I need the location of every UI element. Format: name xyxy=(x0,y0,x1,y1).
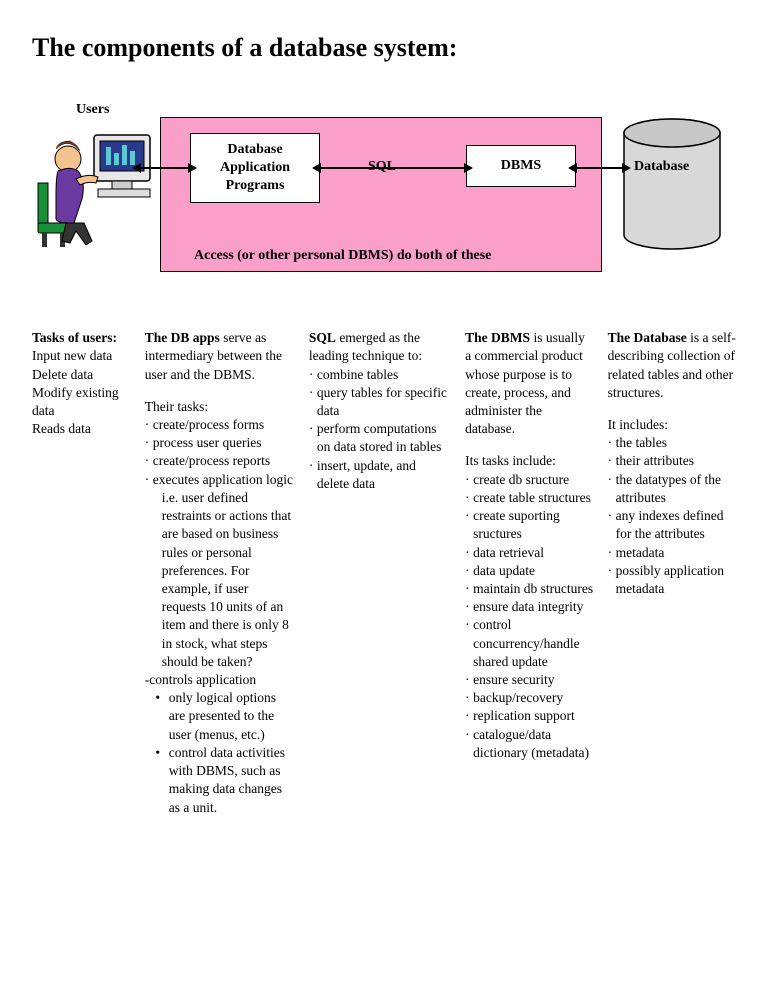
col5-item: ·the datatypes of the attributes xyxy=(608,471,736,507)
col3-task: insert, update, and delete data xyxy=(317,457,451,493)
database-cylinder-icon xyxy=(618,117,726,253)
users-label: Users xyxy=(76,101,109,120)
dbms-box: DBMS xyxy=(466,145,576,187)
col2-task: executes application logic xyxy=(153,471,295,489)
col3-task: perform computations on data stored in t… xyxy=(317,420,451,456)
col2-task: create/process reports xyxy=(153,452,295,470)
arrow-head-icon xyxy=(622,163,631,173)
col4-task: ·maintain db structures xyxy=(465,580,593,598)
col5-item: ·any indexes defined for the attributes xyxy=(608,507,736,543)
col-db-apps: The DB apps serve as intermediary betwee… xyxy=(145,329,295,817)
col2-task: create/process forms xyxy=(153,416,295,434)
col4-task: ·backup/recovery xyxy=(465,689,593,707)
col5-inc-heading: It includes: xyxy=(608,416,736,434)
col4-task: ·ensure security xyxy=(465,671,593,689)
arrow-dbms-db xyxy=(576,167,624,169)
arrow-head-icon xyxy=(464,163,473,173)
col5-item: ·their attributes xyxy=(608,452,736,470)
col4-task: ·control concurrency/handle shared updat… xyxy=(465,616,593,671)
col4-bold: The DBMS xyxy=(465,330,530,345)
col2-tasks-heading: Their tasks: xyxy=(145,398,295,416)
col2-sub: control data activities with DBMS, such … xyxy=(169,744,295,817)
col-dbms: The DBMS is usually a commercial product… xyxy=(465,329,593,762)
col-users: Tasks of users: Input new data Delete da… xyxy=(32,329,131,438)
col4-task: ·data retrieval xyxy=(465,544,593,562)
col4-task: ·replication support xyxy=(465,707,593,725)
col1-line: Reads data xyxy=(32,420,131,438)
col3-task: query tables for specific data xyxy=(317,384,451,420)
col1-heading: Tasks of users: xyxy=(32,330,117,345)
col3-bold: SQL xyxy=(309,330,336,345)
col5-item: ·the tables xyxy=(608,434,736,452)
arrow-app-dbms xyxy=(320,167,466,169)
col2-sub: only logical options are presented to th… xyxy=(169,689,295,744)
database-label: Database xyxy=(634,158,689,177)
columns-container: Tasks of users: Input new data Delete da… xyxy=(32,329,736,817)
col3-task: combine tables xyxy=(317,366,451,384)
col4-intro: is usually a commercial product whose pu… xyxy=(465,330,585,436)
col1-line: Delete data xyxy=(32,366,131,384)
col4-tasks-heading: Its tasks include: xyxy=(465,452,593,470)
col-sql: SQL emerged as the leading technique to:… xyxy=(309,329,451,493)
col5-item: ·metadata xyxy=(608,544,736,562)
arrow-user-app xyxy=(140,167,190,169)
col2-task: process user queries xyxy=(153,434,295,452)
user-clipart-icon xyxy=(36,123,156,253)
col4-task: ·create table structures xyxy=(465,489,593,507)
arrow-head-icon xyxy=(568,163,577,173)
col2-logic-desc: i.e. user defined restraints or actions … xyxy=(145,489,295,671)
access-caption: Access (or other personal DBMS) do both … xyxy=(194,247,491,266)
arrow-head-icon xyxy=(132,163,141,173)
arrow-head-icon xyxy=(312,163,321,173)
col5-bold: The Database xyxy=(608,330,687,345)
col2-bold: The DB apps xyxy=(145,330,220,345)
col5-item: ·possibly application metadata xyxy=(608,562,736,598)
col1-line: Input new data xyxy=(32,347,131,365)
col4-task: ·data update xyxy=(465,562,593,580)
arrow-head-icon xyxy=(188,163,197,173)
architecture-diagram: Users Database Application Programs SQL … xyxy=(32,101,736,301)
col4-task: ·ensure data integrity xyxy=(465,598,593,616)
col1-line: Modify existing data xyxy=(32,384,131,420)
col-database: The Database is a self-describing collec… xyxy=(608,329,736,598)
col2-controls: -controls application xyxy=(145,671,295,689)
col4-task: ·create db sructure xyxy=(465,471,593,489)
col4-task: ·catalogue/data dictionary (metadata) xyxy=(465,726,593,762)
db-app-programs-box: Database Application Programs xyxy=(190,133,320,203)
col4-task: ·create suporting sructures xyxy=(465,507,593,543)
page-title: The components of a database system: xyxy=(32,30,736,65)
